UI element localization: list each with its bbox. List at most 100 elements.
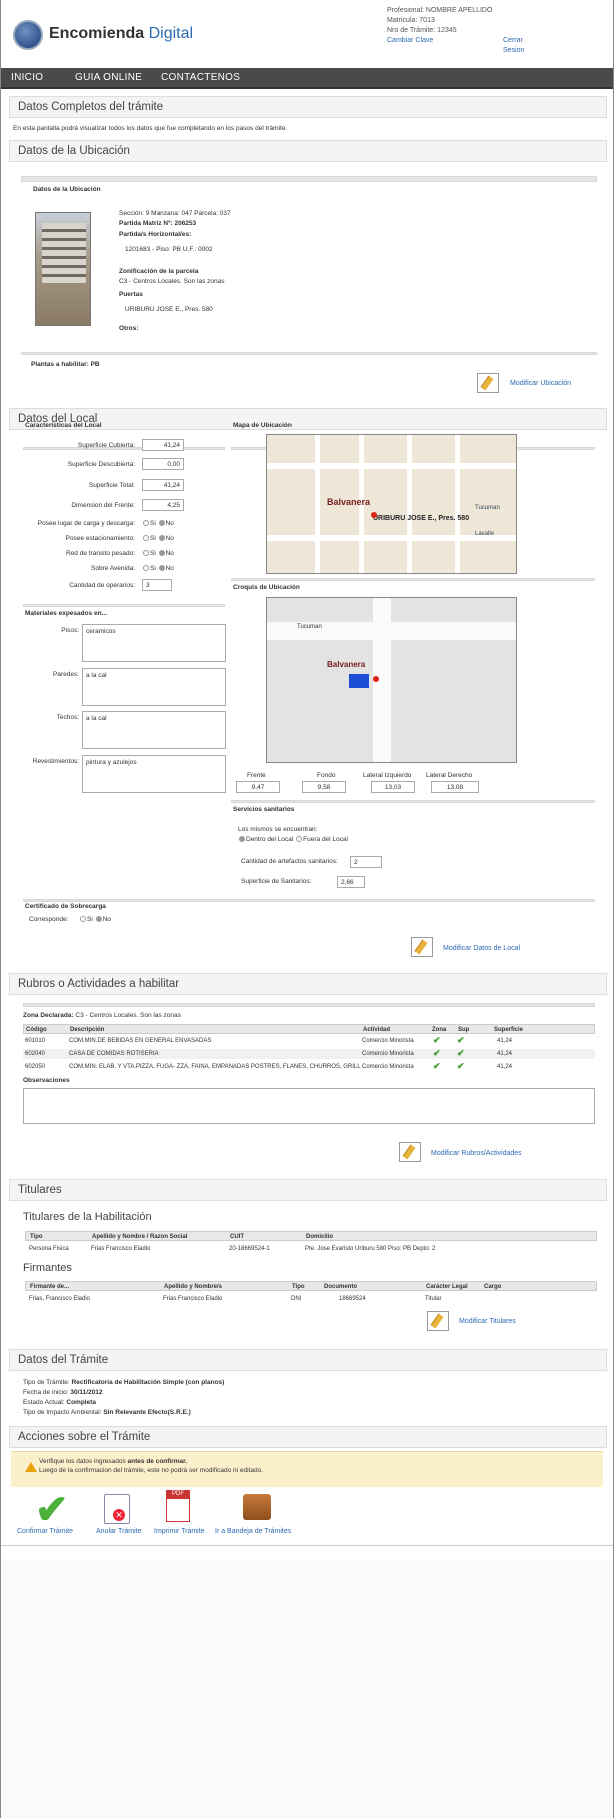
partida-horizontal-value: 1201683 - Piso: PB U.F.: 0002 bbox=[125, 246, 213, 253]
radio-icon[interactable] bbox=[143, 550, 149, 557]
modificar-titulares-link[interactable]: Modificar Titulares bbox=[459, 1318, 516, 1325]
change-password-link[interactable]: Cambiar Clave bbox=[387, 37, 433, 44]
anular-document-icon[interactable]: ✕ bbox=[104, 1494, 130, 1524]
radio-selected-icon[interactable] bbox=[158, 565, 165, 572]
acciones-title: Acciones sobre el Trámite bbox=[9, 1426, 607, 1448]
page-description: En esta pantalla podrá visualizar todos … bbox=[13, 125, 288, 132]
brand-logo[interactable]: Encomienda Digital bbox=[49, 25, 193, 43]
lateral-der-field[interactable]: 13,08 bbox=[431, 781, 479, 793]
modificar-local-link[interactable]: Modificar Datos de Local bbox=[443, 945, 520, 952]
edit-pencil-icon[interactable] bbox=[477, 373, 499, 393]
bandeja-tramites-link[interactable]: Ir a Bandeja de Trámites bbox=[215, 1528, 291, 1535]
radio-icon[interactable] bbox=[143, 535, 149, 542]
sup-sanitarios-field[interactable]: 2,66 bbox=[337, 876, 365, 888]
caracteristicas-title: Características del Local bbox=[25, 422, 102, 429]
cell: Pte. Jose Evaristo Uriburu 580 Piso: PB … bbox=[305, 1246, 436, 1252]
lateral-der-label: Lateral Derecho bbox=[426, 772, 473, 779]
sup-cubierta-field[interactable]: 41,24 bbox=[142, 439, 184, 451]
estacionamiento-radio[interactable]: Si No bbox=[142, 535, 174, 542]
col-header: Carácter Legal bbox=[426, 1284, 468, 1290]
paredes-textarea[interactable]: a la cal bbox=[82, 668, 226, 706]
avenida-radio[interactable]: Si No bbox=[142, 565, 174, 572]
revestimientos-textarea[interactable]: pintura y azulejos bbox=[82, 755, 226, 793]
divider bbox=[23, 1003, 595, 1007]
edit-pencil-icon[interactable] bbox=[399, 1142, 421, 1162]
nav-guia-online[interactable]: GUIA ONLINE bbox=[75, 72, 142, 83]
pisos-textarea[interactable]: ceramicos bbox=[82, 624, 226, 662]
sup-descubierta-field[interactable]: 0,00 bbox=[142, 458, 184, 470]
radio-icon[interactable] bbox=[80, 916, 86, 923]
corresponde-radio[interactable]: Si No bbox=[79, 916, 111, 923]
location-map[interactable]: Balvanera URIBURU JOSE E., Pres. 580 Tuc… bbox=[266, 434, 517, 574]
techos-textarea[interactable]: a la cal bbox=[82, 711, 226, 749]
croquis-barrio-label: Balvanera bbox=[327, 660, 366, 669]
col-header: Código bbox=[26, 1027, 47, 1033]
radio-selected-icon[interactable] bbox=[158, 535, 165, 542]
col-header: Apellido y Nombre / Razon Social bbox=[92, 1234, 188, 1240]
croquis-map[interactable]: Tucuman Balvanera bbox=[266, 597, 517, 763]
cell: Titular bbox=[425, 1296, 442, 1302]
divider bbox=[231, 800, 595, 803]
anular-tramite-link[interactable]: Anular Trámite bbox=[96, 1528, 142, 1535]
radio-selected-icon[interactable] bbox=[158, 520, 165, 527]
red-radio[interactable]: Si No bbox=[142, 550, 174, 557]
col-header: Tipo bbox=[292, 1284, 305, 1290]
radio-icon[interactable] bbox=[143, 520, 149, 527]
radio-selected-icon[interactable] bbox=[239, 836, 245, 843]
warning-line-1: Verifique los datos ingresados antes de … bbox=[39, 1458, 188, 1465]
tramite-number-label: Nro de Trámite: 12345 bbox=[387, 27, 457, 34]
carga-label: Posee lugar de carga y descarga: bbox=[37, 520, 135, 527]
radio-selected-icon[interactable] bbox=[95, 916, 102, 923]
frente-field[interactable]: 9,47 bbox=[236, 781, 280, 793]
zona-declarada: Zona Declarada: C3 - Centros Locales. So… bbox=[23, 1012, 181, 1019]
imprimir-tramite-link[interactable]: Imprimir Trámite bbox=[154, 1528, 205, 1535]
bandeja-tray-icon[interactable] bbox=[243, 1494, 271, 1520]
divider bbox=[231, 578, 595, 581]
partida-matriz: Partida Matriz Nº: 206253 bbox=[119, 220, 197, 227]
modificar-ubicacion-link[interactable]: Modificar Ubicación bbox=[510, 380, 571, 387]
operarios-field[interactable]: 3 bbox=[142, 579, 172, 591]
tramite-title: Datos del Trámite bbox=[9, 1349, 607, 1371]
main-nav: INICIO GUIA ONLINE CONTACTENOS bbox=[1, 68, 613, 89]
edit-pencil-icon[interactable] bbox=[411, 937, 433, 957]
radio-icon[interactable] bbox=[296, 836, 303, 843]
check-icon: ✔ bbox=[457, 1061, 465, 1071]
modificar-rubros-link[interactable]: Modificar Rubros/Actividades bbox=[431, 1150, 522, 1157]
pisos-label: Pisos: bbox=[61, 627, 79, 634]
divider bbox=[21, 352, 597, 355]
carga-radio[interactable]: Si No bbox=[142, 520, 174, 527]
col-header: Apellido y Nombre/s bbox=[164, 1284, 223, 1290]
nav-inicio[interactable]: INICIO bbox=[11, 72, 43, 83]
col-header: Zona bbox=[432, 1027, 447, 1033]
cell: Frias Francisco Eladio bbox=[91, 1246, 151, 1252]
profesional-label: Profesional: NOMBRE APELLIDO bbox=[387, 7, 493, 14]
rubros-table-header: Código Descripción Actividad Zona Sup Su… bbox=[23, 1024, 595, 1034]
col-header: Descripción bbox=[70, 1027, 105, 1033]
cell: 20-18669524-1 bbox=[229, 1246, 270, 1252]
fondo-label: Fondo bbox=[317, 772, 336, 779]
confirmar-tramite-link[interactable]: Confirmar Trámite bbox=[17, 1528, 73, 1535]
divider bbox=[21, 176, 597, 182]
artefactos-field[interactable]: 2 bbox=[350, 856, 382, 868]
table-row: 602050 COM.MIN. ELAB. Y VTA.PIZZA, FUGA-… bbox=[23, 1062, 595, 1072]
page: Encomienda Digital Profesional: NOMBRE A… bbox=[0, 0, 614, 1818]
parcel-highlight bbox=[349, 674, 369, 688]
logout-link[interactable]: Cerrar Sesion bbox=[503, 36, 524, 56]
radio-selected-icon[interactable] bbox=[158, 550, 165, 557]
pdf-icon[interactable]: PDF bbox=[166, 1490, 190, 1522]
mismos-label: Los mismos se encuentran: bbox=[238, 826, 318, 833]
dim-frente-field[interactable]: 4,25 bbox=[142, 499, 184, 511]
radio-icon[interactable] bbox=[143, 565, 149, 572]
col-header: Superficie bbox=[494, 1027, 524, 1033]
edit-pencil-icon[interactable] bbox=[427, 1311, 449, 1331]
fondo-field[interactable]: 9,58 bbox=[302, 781, 346, 793]
sup-total-field[interactable]: 41,24 bbox=[142, 479, 184, 491]
check-icon: ✔ bbox=[433, 1061, 441, 1071]
ubicacion-sanitarios-radio[interactable]: Dentro del Local Fuera del Local bbox=[238, 836, 348, 843]
observaciones-textarea[interactable] bbox=[23, 1088, 595, 1124]
lateral-izq-field[interactable]: 13,03 bbox=[371, 781, 415, 793]
avenida-label: Sobre Avenida: bbox=[91, 565, 135, 572]
nav-contactenos[interactable]: CONTACTENOS bbox=[161, 72, 240, 83]
confirm-check-icon[interactable]: ✔ bbox=[35, 1490, 71, 1530]
col-header: Firmante de... bbox=[30, 1284, 70, 1290]
